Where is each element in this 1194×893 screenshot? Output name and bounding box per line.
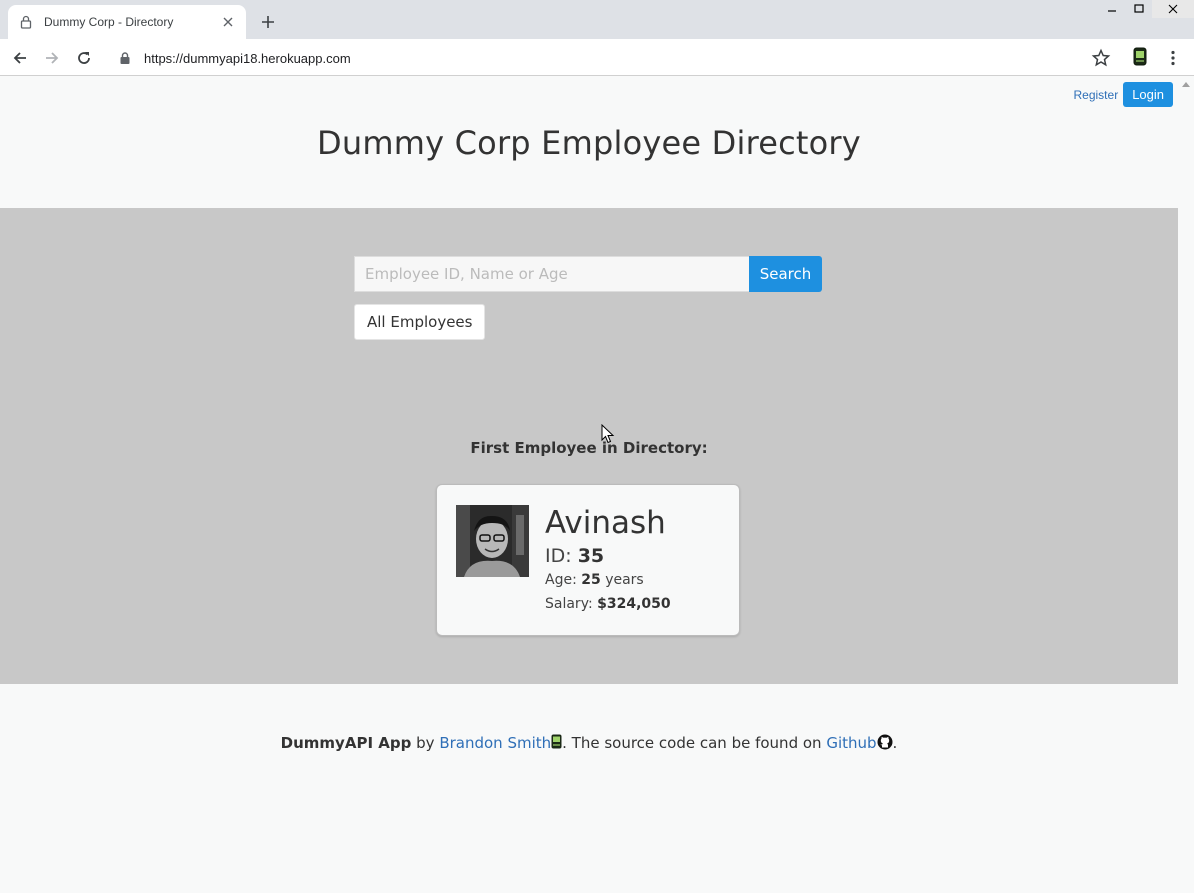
employee-id: ID: 35 — [545, 545, 604, 567]
new-tab-icon[interactable] — [257, 11, 279, 33]
forward-icon[interactable] — [41, 47, 63, 69]
lock-icon — [120, 51, 134, 65]
employee-name: Avinash — [545, 505, 666, 541]
first-employee-heading: First Employee in Directory: — [470, 439, 708, 457]
all-employees-button[interactable]: All Employees — [354, 304, 486, 340]
github-icon[interactable] — [877, 734, 893, 754]
page-title: Dummy Corp Employee Directory — [317, 124, 861, 162]
page-icon — [18, 14, 34, 30]
star-icon[interactable] — [1091, 48, 1111, 68]
extension-icon[interactable] — [1131, 47, 1149, 67]
employee-salary: Salary: $324,050 — [545, 596, 671, 612]
browser-toolbar: https://dummyapi18.herokuapp.com — [0, 39, 1194, 76]
employee-salary-value: $324,050 — [597, 596, 671, 612]
close-icon[interactable] — [220, 14, 236, 30]
vertical-scrollbar[interactable] — [1178, 76, 1194, 893]
back-icon[interactable] — [9, 47, 31, 69]
employee-age: Age: 25 years — [545, 572, 644, 588]
author-link[interactable]: Brandon Smith — [439, 734, 551, 752]
footer-end-text: . — [892, 734, 898, 752]
minimize-icon[interactable] — [1098, 0, 1125, 18]
employee-id-value: 35 — [577, 545, 605, 567]
register-link[interactable]: Register — [1074, 88, 1119, 102]
footer-by-text: by — [416, 734, 435, 752]
address-bar[interactable]: https://dummyapi18.herokuapp.com — [112, 44, 1122, 72]
tab-title: Dummy Corp - Directory — [44, 15, 174, 29]
footer-app-name: DummyAPI App — [280, 734, 412, 752]
employee-id-label: ID: — [545, 545, 572, 567]
url-text: https://dummyapi18.herokuapp.com — [144, 50, 351, 66]
employee-avatar — [456, 505, 529, 577]
window-close-icon[interactable] — [1152, 0, 1194, 18]
device-icon — [551, 734, 562, 754]
employee-age-value: 25 — [581, 572, 601, 588]
footer: DummyAPI App by Brandon Smith . The sourc… — [0, 734, 1178, 754]
menu-icon[interactable] — [1165, 48, 1181, 68]
search-form: Search — [354, 256, 822, 292]
footer-source-text: . The source code can be found on — [562, 734, 822, 752]
login-button[interactable]: Login — [1123, 82, 1173, 107]
search-section: Search All Employees First Employee in D… — [0, 208, 1178, 684]
window-controls — [1098, 0, 1194, 18]
maximize-icon[interactable] — [1125, 0, 1152, 18]
employee-age-label: Age: — [545, 572, 577, 588]
page: Register Login Dummy Corp Employee Direc… — [0, 76, 1178, 893]
search-button[interactable]: Search — [749, 256, 822, 292]
employee-card: Avinash ID: 35 Age: 25 years Salary: $32… — [436, 484, 740, 636]
browser-tab-bar: Dummy Corp - Directory — [0, 0, 1194, 39]
browser-tab[interactable]: Dummy Corp - Directory — [8, 5, 246, 39]
search-input[interactable] — [354, 256, 749, 292]
employee-age-unit: years — [605, 572, 644, 588]
scroll-up-icon[interactable] — [1181, 80, 1191, 88]
employee-salary-label: Salary: — [545, 596, 593, 612]
auth-links: Register Login — [1074, 82, 1173, 107]
github-link[interactable]: Github — [826, 734, 876, 752]
reload-icon[interactable] — [73, 47, 95, 69]
